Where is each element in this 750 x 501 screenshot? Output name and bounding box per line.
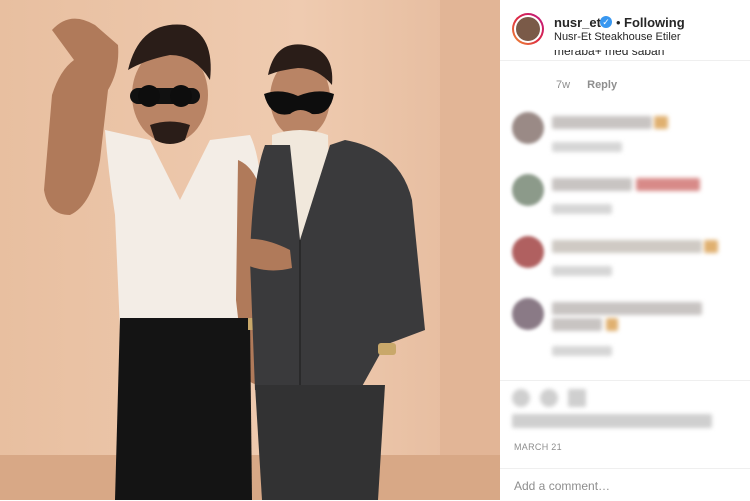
emoji-blurred <box>636 178 700 191</box>
photo-illustration <box>0 0 500 500</box>
likes-count-blurred <box>512 414 712 428</box>
list-item <box>512 298 742 358</box>
comment-text-blurred <box>552 240 702 253</box>
avatar[interactable] <box>512 112 544 144</box>
previous-comment: meraba+ med sabah <box>554 50 714 62</box>
previous-comment-text: meraba+ med sabah <box>554 50 665 58</box>
emoji-blurred <box>704 240 718 253</box>
avatar[interactable] <box>512 174 544 206</box>
separator-dot: • <box>616 15 621 30</box>
profile-avatar[interactable] <box>512 13 544 45</box>
avatar[interactable] <box>512 236 544 268</box>
avatar-icon <box>516 17 540 41</box>
list-item <box>512 174 742 214</box>
like-icon[interactable] <box>512 389 530 407</box>
verified-badge-icon: ✓ <box>600 16 612 28</box>
username-link[interactable]: nusr_et <box>554 15 601 30</box>
list-item <box>512 236 742 276</box>
comment-text-blurred-line2 <box>552 318 602 331</box>
reply-button[interactable]: Reply <box>587 79 617 91</box>
share-icon[interactable] <box>568 389 586 407</box>
add-comment-bar: Add a comment… <box>500 468 750 501</box>
comment-icon[interactable] <box>540 389 558 407</box>
comment-text-blurred <box>552 116 652 129</box>
avatar-ring <box>514 15 542 43</box>
comment-text-blurred <box>552 302 702 315</box>
emoji-blurred <box>606 318 618 331</box>
comment-meta-blurred <box>552 266 612 276</box>
comment-meta-row: 7w Reply <box>556 79 617 91</box>
comment-meta-blurred <box>552 346 612 356</box>
comment-text-blurred <box>552 178 632 191</box>
location-link[interactable]: Nusr-Et Steakhouse Etiler <box>554 31 681 43</box>
post-photo[interactable] <box>0 0 500 500</box>
comment-meta-blurred <box>552 142 622 152</box>
comment-input[interactable]: Add a comment… <box>514 479 610 493</box>
post-side-panel: nusr_et ✓ • Following Nusr-Et Steakhouse… <box>500 0 750 500</box>
emoji-blurred <box>654 116 668 129</box>
following-button[interactable]: Following <box>624 15 685 30</box>
avatar[interactable] <box>512 298 544 330</box>
comment-meta-blurred <box>552 204 612 214</box>
comment-time: 7w <box>556 79 571 91</box>
list-item <box>512 112 742 152</box>
post-actions-bar <box>500 380 750 411</box>
post-date: MARCH 21 <box>514 442 562 452</box>
